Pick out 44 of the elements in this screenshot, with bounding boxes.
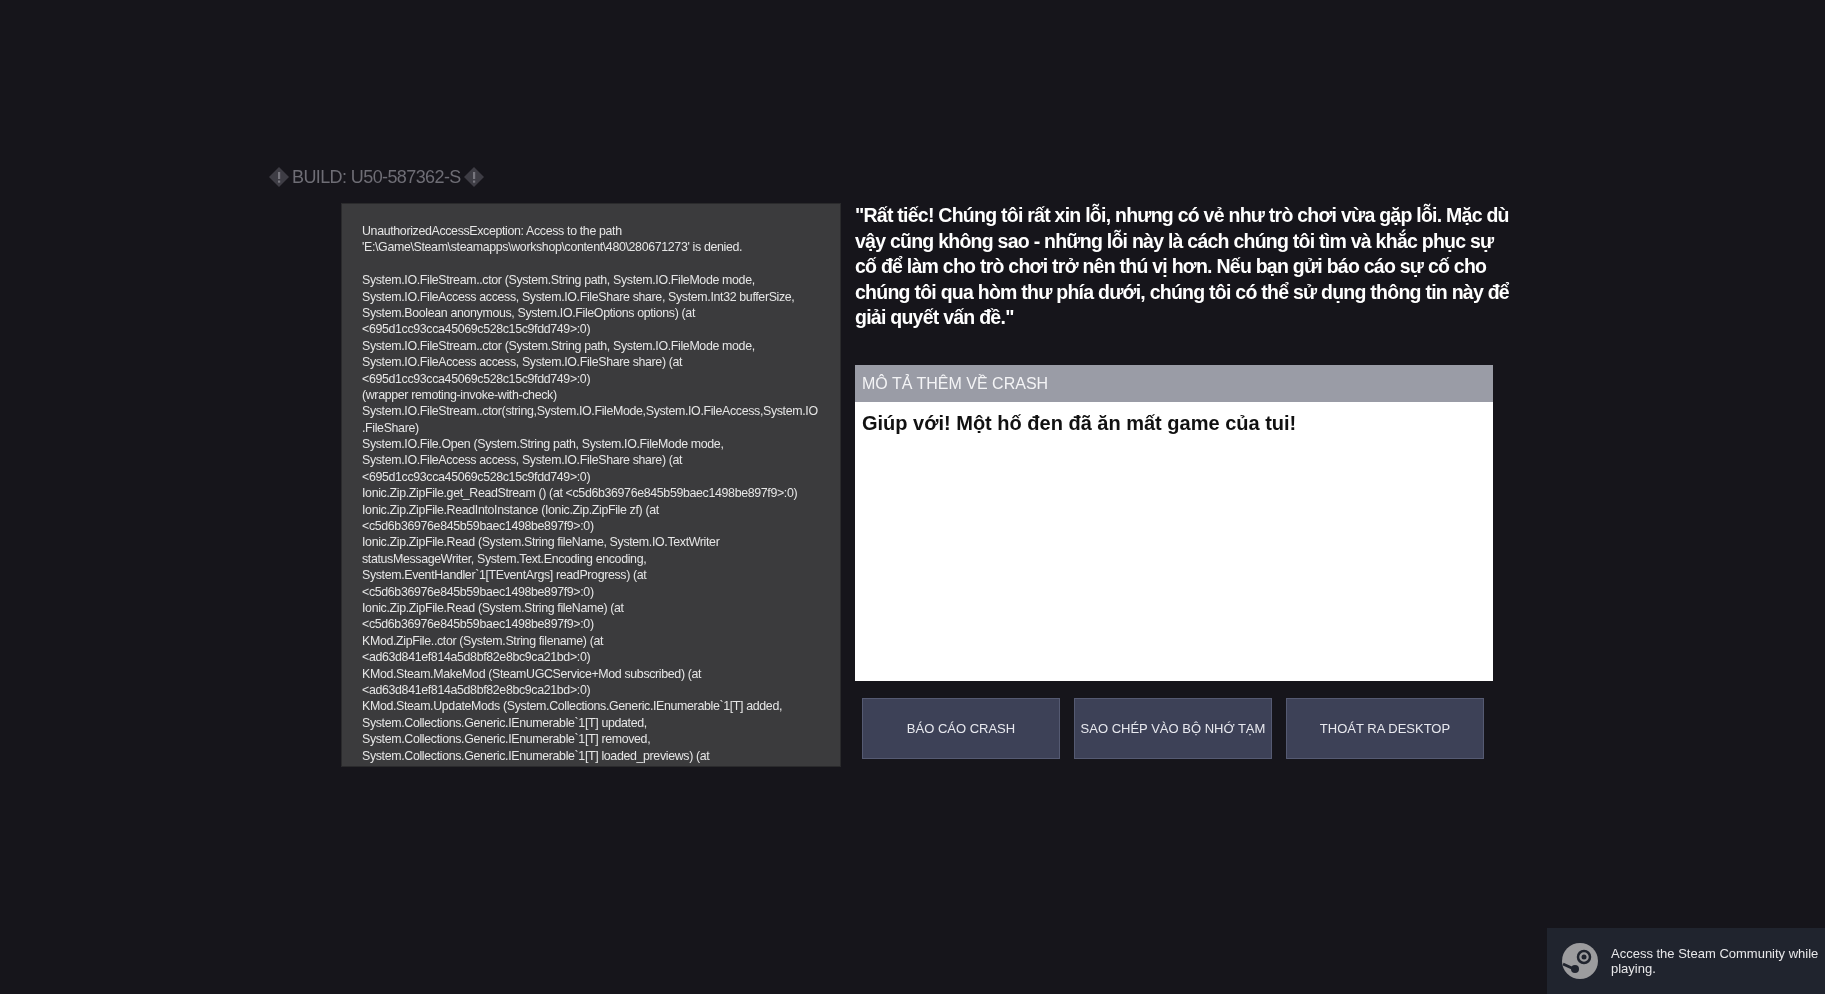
log-line: Ionic.Zip.ZipFile.ReadIntoInstance (Ionic.Zip.ZipFile zf) (at: [362, 501, 660, 519]
action-button[interactable]: THOÁT RA DESKTOP: [1286, 697, 1484, 759]
log-line: System.IO.FileAccess access, System.IO.FileShare share) (at: [362, 354, 684, 371]
log-line: System.IO.FileAccess access, System.IO.FileShare share) (at: [362, 452, 684, 469]
log-line: <695d1cc93cca45069c528c15c9fdd749>:0): [362, 321, 592, 338]
log-line: Ionic.Zip.ZipFile.Read (System.String fileName, System.IO.TextWriter: [362, 534, 721, 551]
log-line: .FileShare): [362, 419, 420, 437]
log-line: KMod.ZipFile..ctor (System.String filename) (at: [362, 632, 605, 650]
log-line: System.IO.FileStream..ctor (System.String path, System.IO.FileMode mode,: [362, 337, 756, 355]
build-label: BUILD: U50-587362-S: [292, 166, 461, 188]
log-line: System.Collections.Generic.IEnumerable`1[T] updated,: [362, 714, 648, 732]
log-line: KMod.Steam.MakeMod (SteamUGCService+Mod subscribed) (at: [362, 665, 703, 682]
log-line: System.Boolean anonymous, System.IO.FileOptions options) (at: [362, 304, 697, 322]
log-line: Ionic.Zip.ZipFile.Read (System.String fileName) (at: [362, 600, 625, 617]
log-line: <ad63d841ef814a5d8bf82e8bc9ca21bd>:0): [362, 649, 592, 666]
log-line: KMod.Steam.UpdateMods (System.Collections.Generic.IEnumerable`1[T] added,: [362, 698, 784, 715]
log-line: System.EventHandler`1[TEventArgs] readProgress) (at: [362, 567, 648, 584]
log-line: <695d1cc93cca45069c528c15c9fdd749>:0): [362, 468, 592, 486]
steam-icon: [1561, 942, 1599, 980]
log-line: <c5d6b36976e845b59baec1498be897f9>:0): [362, 583, 595, 600]
log-line: statusMessageWriter, System.Text.Encoding encoding,: [362, 550, 648, 568]
log-line: System.IO.FileStream..ctor (System.String path, System.IO.FileMode mode,: [362, 272, 756, 289]
log-line: Ionic.Zip.ZipFile.get_ReadStream () (at <c5d6b36976e845b59baec1498be897f9>:0): [362, 485, 799, 502]
log-line: 'E:\Game\Steam\steamapps\workshop\content\480\280671273' is denied.: [362, 239, 744, 256]
log-line: System.IO.File.Open (System.String path, System.IO.FileMode mode,: [362, 436, 725, 453]
log-line: <c5d6b36976e845b59baec1498be897f9>:0): [362, 518, 595, 535]
warning-icon: [268, 166, 290, 188]
warning-icon: [462, 166, 485, 188]
log-line: (wrapper remoting-invoke-with-check): [362, 386, 558, 404]
notification-toast[interactable]: Access the Steam Community while playing.: [1547, 928, 1825, 994]
log-line: <ad63d841ef814a5d8bf82e8bc9ca21bd>:0): [362, 681, 592, 699]
log-line: System.IO.FileStream..ctor(string,System.IO.FileMode,System.IO.FileAccess,System.IO: [362, 403, 819, 420]
toast-message: Access the Steam Community while playing.: [1611, 946, 1820, 976]
log-line: System.Collections.Generic.IEnumerable`1[T] removed,: [362, 731, 652, 748]
log-line: <c5d6b36976e845b59baec1498be897f9>:0): [362, 616, 595, 633]
field-label: MÔ TẢ THÊM VỀ CRASH: [855, 364, 1493, 402]
description-field[interactable]: Giúp với! Một hố đen đã ăn mất game của tui!: [855, 401, 1493, 681]
log-line: System.IO.FileAccess access, System.IO.FileShare share, System.Int32 bufferSize,: [362, 288, 796, 305]
log-line: UnauthorizedAccessException: Access to the path: [362, 223, 623, 240]
apology-message: "Rất tiếc! Chúng tôi rất xin lỗi, nhưng có vẻ như trò chơi vừa gặp lỗi. Mặc dù vậy cũng không sao - những lỗi này là cách chúng tôi tìm và khắc phục sự cố để làm cho trò chơi trở nên thú vị hơn. Nếu bạn gửi báo cáo sự cố cho chúng tôi qua hòm thư phía dưới, chúng tôi có thể sử dụng thông tin này để giải quyết vấn đề.": [854, 203, 1510, 331]
log-line: <695d1cc93cca45069c528c15c9fdd749>:0): [362, 370, 592, 387]
action-button[interactable]: SAO CHÉP VÀO BỘ NHỚ TẠM: [1074, 697, 1272, 759]
log-line: System.Collections.Generic.IEnumerable`1[T] loaded_previews) (at: [362, 747, 711, 764]
action-button[interactable]: BÁO CÁO CRASH: [862, 697, 1060, 759]
